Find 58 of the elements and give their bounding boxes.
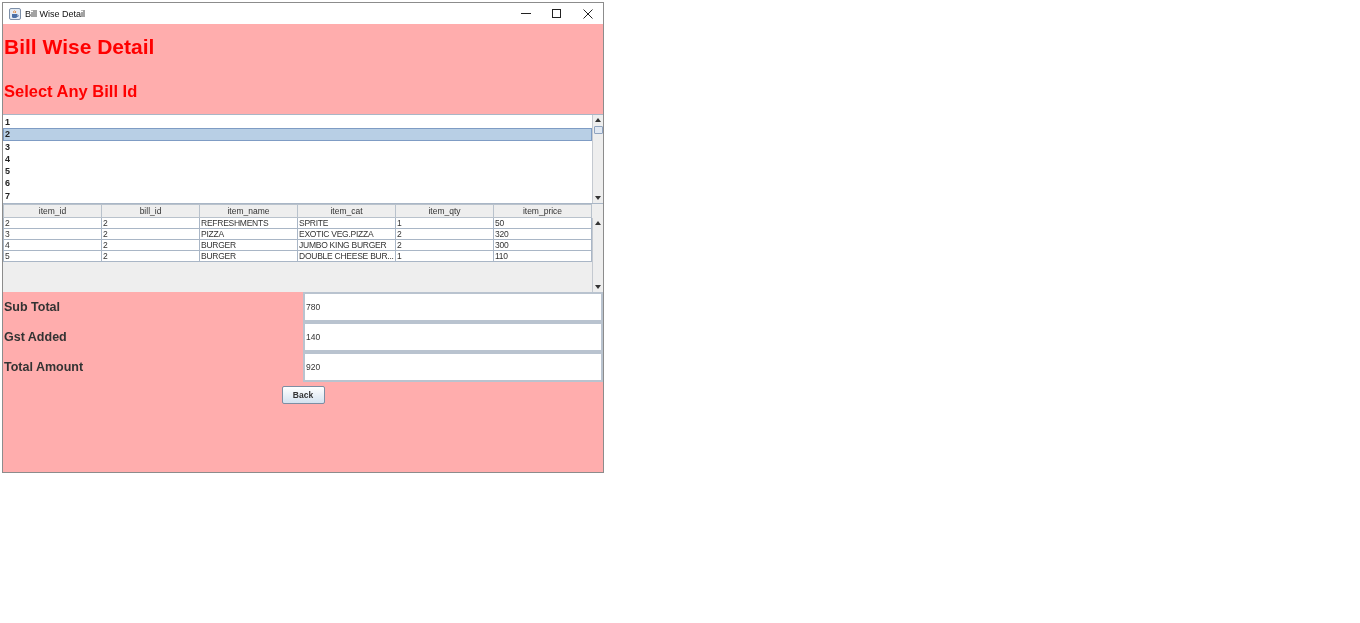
amount-field[interactable]: 920 <box>303 352 603 382</box>
down-arrow-icon <box>595 285 601 289</box>
back-button[interactable]: Back <box>281 386 325 404</box>
field-label: Gst Added <box>3 330 67 344</box>
field-label: Sub Total <box>3 300 60 314</box>
table-cell: 5 <box>3 250 102 262</box>
down-arrow-icon <box>595 196 601 200</box>
up-arrow-icon <box>595 118 601 122</box>
table-cell: 300 <box>493 239 592 251</box>
column-header: item_cat <box>297 204 396 218</box>
table-cell: 2 <box>395 228 494 240</box>
table-cell: 110 <box>493 250 592 262</box>
table-cell: SPRITE <box>297 217 396 229</box>
table-cell: 2 <box>101 250 200 262</box>
table-cell: JUMBO KING BURGER <box>297 239 396 251</box>
field-label: Total Amount <box>3 360 84 374</box>
page-heading: Bill Wise Detail <box>4 35 155 59</box>
table-cell: 2 <box>101 228 200 240</box>
table-cell: 4 <box>3 239 102 251</box>
table-cell: 2 <box>3 217 102 229</box>
close-icon <box>582 8 593 19</box>
column-header: item_qty <box>395 204 494 218</box>
table-cell: 1 <box>395 250 494 262</box>
column-header: bill_id <box>101 204 200 218</box>
list-item[interactable]: 1 <box>3 116 592 129</box>
section-heading: Select Any Bill Id <box>4 81 138 101</box>
table-cell: REFRESHMENTS <box>199 217 298 229</box>
list-item[interactable]: 5 <box>3 165 592 178</box>
list-item[interactable]: 4 <box>3 152 592 166</box>
column-header: item_price <box>493 204 592 218</box>
table-cell: DOUBLE CHEESE BUR... <box>297 250 396 262</box>
table-cell: 2 <box>395 239 494 251</box>
maximize-icon <box>552 9 561 18</box>
coffee-cup-icon <box>9 7 21 20</box>
table-cell: 1 <box>395 217 494 229</box>
column-header: item_name <box>199 204 298 218</box>
minimize-icon <box>520 13 531 14</box>
table-cell: 50 <box>493 217 592 229</box>
table-cell: EXOTIC VEG.PIZZA <box>297 228 396 240</box>
scrollbar[interactable] <box>592 115 603 203</box>
amount-field[interactable]: 140 <box>303 322 603 352</box>
list-item[interactable]: 7 <box>3 189 592 203</box>
list-item[interactable]: 6 <box>3 177 592 190</box>
table-cell: 2 <box>101 239 200 251</box>
window-title: Bill Wise Detail <box>25 8 86 19</box>
table-cell: 320 <box>493 228 592 240</box>
list-item[interactable]: 2 <box>3 128 592 141</box>
table-cell: PIZZA <box>199 228 298 240</box>
table-cell: 3 <box>3 228 102 240</box>
table-cell: BURGER <box>199 250 298 262</box>
table-cell: BURGER <box>199 239 298 251</box>
up-arrow-icon <box>595 221 601 225</box>
column-header: item_id <box>3 204 102 218</box>
scrollbar[interactable] <box>592 218 603 292</box>
table-cell: 2 <box>101 217 200 229</box>
scroll-thumb[interactable] <box>593 126 603 134</box>
list-item[interactable]: 3 <box>3 140 592 153</box>
amount-field[interactable]: 780 <box>303 292 603 322</box>
